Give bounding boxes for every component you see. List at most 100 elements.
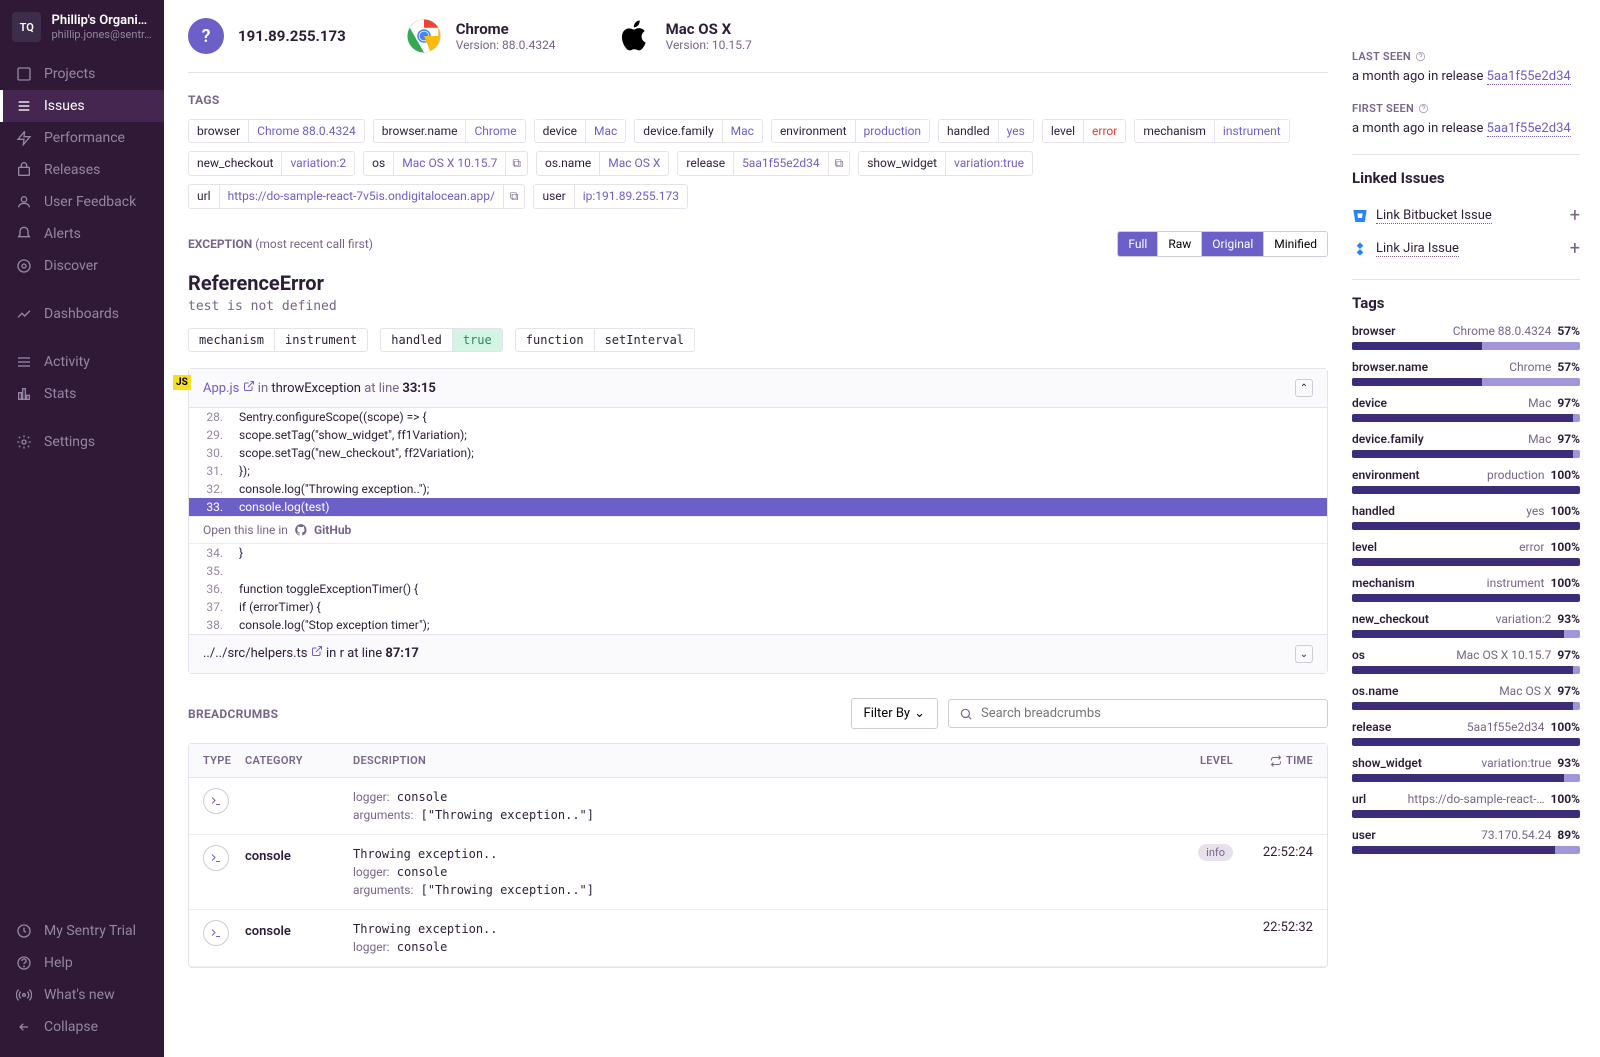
nav-projects[interactable]: Projects — [0, 58, 164, 90]
col-type: TYPE — [203, 754, 245, 767]
code-line: 30. scope.setTag("new_checkout", ff2Vari… — [189, 444, 1327, 462]
tag-browser.name[interactable]: browser.nameChrome — [373, 119, 526, 143]
stack-frame-footer[interactable]: ../../src/helpers.ts in r at line 87:17 … — [189, 634, 1327, 673]
open-in-github[interactable]: Open this line inGitHub — [189, 516, 1327, 544]
external-link-icon — [243, 380, 255, 392]
nav-performance[interactable]: Performance — [0, 122, 164, 154]
tag-stat-device.family[interactable]: device.familyMac97% — [1352, 432, 1580, 458]
tag-stat-device[interactable]: deviceMac97% — [1352, 396, 1580, 422]
tag-url[interactable]: urlhttps://do-sample-react-7v5is.ondigit… — [188, 184, 525, 209]
tag-stat-browser[interactable]: browserChrome 88.0.432457% — [1352, 324, 1580, 350]
tag-stat-release[interactable]: release5aa1f55e2d34100% — [1352, 720, 1580, 746]
help-icon[interactable] — [1415, 51, 1426, 62]
nav-releases[interactable]: Releases — [0, 154, 164, 186]
nav-discover[interactable]: Discover — [0, 250, 164, 282]
tag-os[interactable]: osMac OS X 10.15.7⧉ — [363, 151, 528, 176]
tag-stat-handled[interactable]: handledyes100% — [1352, 504, 1580, 530]
console-icon — [203, 788, 229, 814]
stack-frame-header[interactable]: App.js in throwException at line 33:15 ⌃ — [189, 369, 1327, 408]
nav-activity[interactable]: Activity — [0, 346, 164, 378]
nav-whatsnew[interactable]: What's new — [0, 979, 164, 1011]
first-seen-release-link[interactable]: 5aa1f55e2d34 — [1487, 121, 1571, 137]
nav-alerts[interactable]: Alerts — [0, 218, 164, 250]
stacktrace-view-toggle: Full Raw Original Minified — [1117, 231, 1328, 257]
external-link-icon — [311, 645, 323, 657]
tag-stat-os[interactable]: osMac OS X 10.15.797% — [1352, 648, 1580, 674]
tag-stat-new_checkout[interactable]: new_checkoutvariation:293% — [1352, 612, 1580, 638]
code-line: 28. Sentry.configureScope((scope) => { — [189, 408, 1327, 426]
breadcrumb-search[interactable] — [948, 699, 1328, 728]
tag-stat-mechanism[interactable]: mechanisminstrument100% — [1352, 576, 1580, 602]
collapse-icon — [16, 1019, 32, 1035]
ip-block[interactable]: ? 191.89.255.173 — [188, 18, 346, 54]
tags-heading: TAGS — [188, 93, 1328, 107]
nav-user-feedback[interactable]: User Feedback — [0, 186, 164, 218]
plus-icon[interactable]: + — [1570, 205, 1580, 226]
view-raw-button[interactable]: Raw — [1158, 232, 1202, 256]
expand-frame-button[interactable]: ⌄ — [1295, 645, 1313, 663]
github-icon — [294, 523, 308, 537]
tag-new_checkout[interactable]: new_checkoutvariation:2 — [188, 151, 355, 176]
help-icon[interactable] — [1418, 103, 1429, 114]
nav-settings[interactable]: Settings — [0, 426, 164, 458]
tag-device.family[interactable]: device.familyMac — [634, 119, 763, 143]
tag-handled[interactable]: handledyes — [938, 119, 1034, 143]
stats-icon — [16, 386, 32, 402]
tag-level[interactable]: levelerror — [1042, 119, 1127, 143]
external-link-icon[interactable]: ⧉ — [505, 152, 527, 175]
link-bitbucket[interactable]: Link Bitbucket Issue + — [1352, 199, 1580, 232]
activity-icon — [16, 354, 32, 370]
tag-stat-url[interactable]: urlhttps://do-sample-react-…100% — [1352, 792, 1580, 818]
browser-version: 88.0.4324 — [502, 38, 556, 52]
tag-browser[interactable]: browserChrome 88.0.4324 — [188, 119, 365, 143]
settings-icon — [16, 434, 32, 450]
tag-environment[interactable]: environmentproduction — [771, 119, 930, 143]
ip-address: 191.89.255.173 — [238, 27, 346, 45]
nav-trial[interactable]: My Sentry Trial — [0, 915, 164, 947]
tag-stat-level[interactable]: levelerror100% — [1352, 540, 1580, 566]
view-full-button[interactable]: Full — [1118, 232, 1158, 256]
tag-stat-browser.name[interactable]: browser.nameChrome57% — [1352, 360, 1580, 386]
link-jira[interactable]: Link Jira Issue + — [1352, 232, 1580, 265]
code-context: 28. Sentry.configureScope((scope) => {29… — [189, 408, 1327, 634]
external-link-icon[interactable]: ⧉ — [503, 185, 525, 208]
org-avatar: TQ — [12, 12, 41, 42]
tags-stats-heading: Tags — [1352, 294, 1580, 312]
plus-icon[interactable]: + — [1570, 238, 1580, 259]
tag-stat-environment[interactable]: environmentproduction100% — [1352, 468, 1580, 494]
tag-os.name[interactable]: os.nameMac OS X — [536, 151, 669, 176]
col-category: CATEGORY — [245, 754, 353, 767]
view-minified-button[interactable]: Minified — [1264, 232, 1327, 256]
nav-help[interactable]: Help — [0, 947, 164, 979]
nav-dashboards[interactable]: Dashboards — [0, 298, 164, 330]
filter-by-button[interactable]: Filter By ⌄ — [851, 698, 938, 729]
code-line: 38. console.log("Stop exception timer"); — [189, 616, 1327, 634]
tag-user[interactable]: userip:191.89.255.173 — [533, 184, 688, 209]
stack-file-link[interactable]: App.js — [203, 381, 239, 396]
tag-stat-user[interactable]: user73.170.54.2489% — [1352, 828, 1580, 854]
tag-release[interactable]: release5aa1f55e2d34⧉ — [677, 151, 850, 176]
question-icon: ? — [188, 18, 224, 54]
nav-stats[interactable]: Stats — [0, 378, 164, 410]
tag-stat-show_widget[interactable]: show_widgetvariation:true93% — [1352, 756, 1580, 782]
breadcrumb-search-input[interactable] — [981, 706, 1317, 721]
broadcast-icon — [16, 987, 32, 1003]
mech-function: functionsetInterval — [515, 328, 695, 352]
nav-collapse[interactable]: Collapse — [0, 1011, 164, 1043]
org-switcher[interactable]: TQ Phillip's Organiz… phillip.jones@sent… — [0, 0, 164, 54]
last-seen-release-link[interactable]: 5aa1f55e2d34 — [1487, 69, 1571, 85]
view-original-button[interactable]: Original — [1202, 232, 1264, 256]
tag-mechanism[interactable]: mechanisminstrument — [1134, 119, 1289, 143]
browser-block[interactable]: Chrome Version: 88.0.4324 — [406, 18, 556, 54]
collapse-frame-button[interactable]: ⌃ — [1295, 379, 1313, 397]
os-block[interactable]: Mac OS X Version: 10.15.7 — [616, 18, 752, 54]
tag-stat-os.name[interactable]: os.nameMac OS X97% — [1352, 684, 1580, 710]
alerts-icon — [16, 226, 32, 242]
nav-issues[interactable]: Issues — [0, 90, 164, 122]
tag-show_widget[interactable]: show_widgetvariation:true — [858, 151, 1033, 176]
col-time[interactable]: TIME — [1233, 754, 1313, 767]
tag-device[interactable]: deviceMac — [534, 119, 627, 143]
code-line: 37. if (errorTimer) { — [189, 598, 1327, 616]
external-link-icon[interactable]: ⧉ — [828, 152, 850, 175]
search-icon — [959, 707, 973, 721]
